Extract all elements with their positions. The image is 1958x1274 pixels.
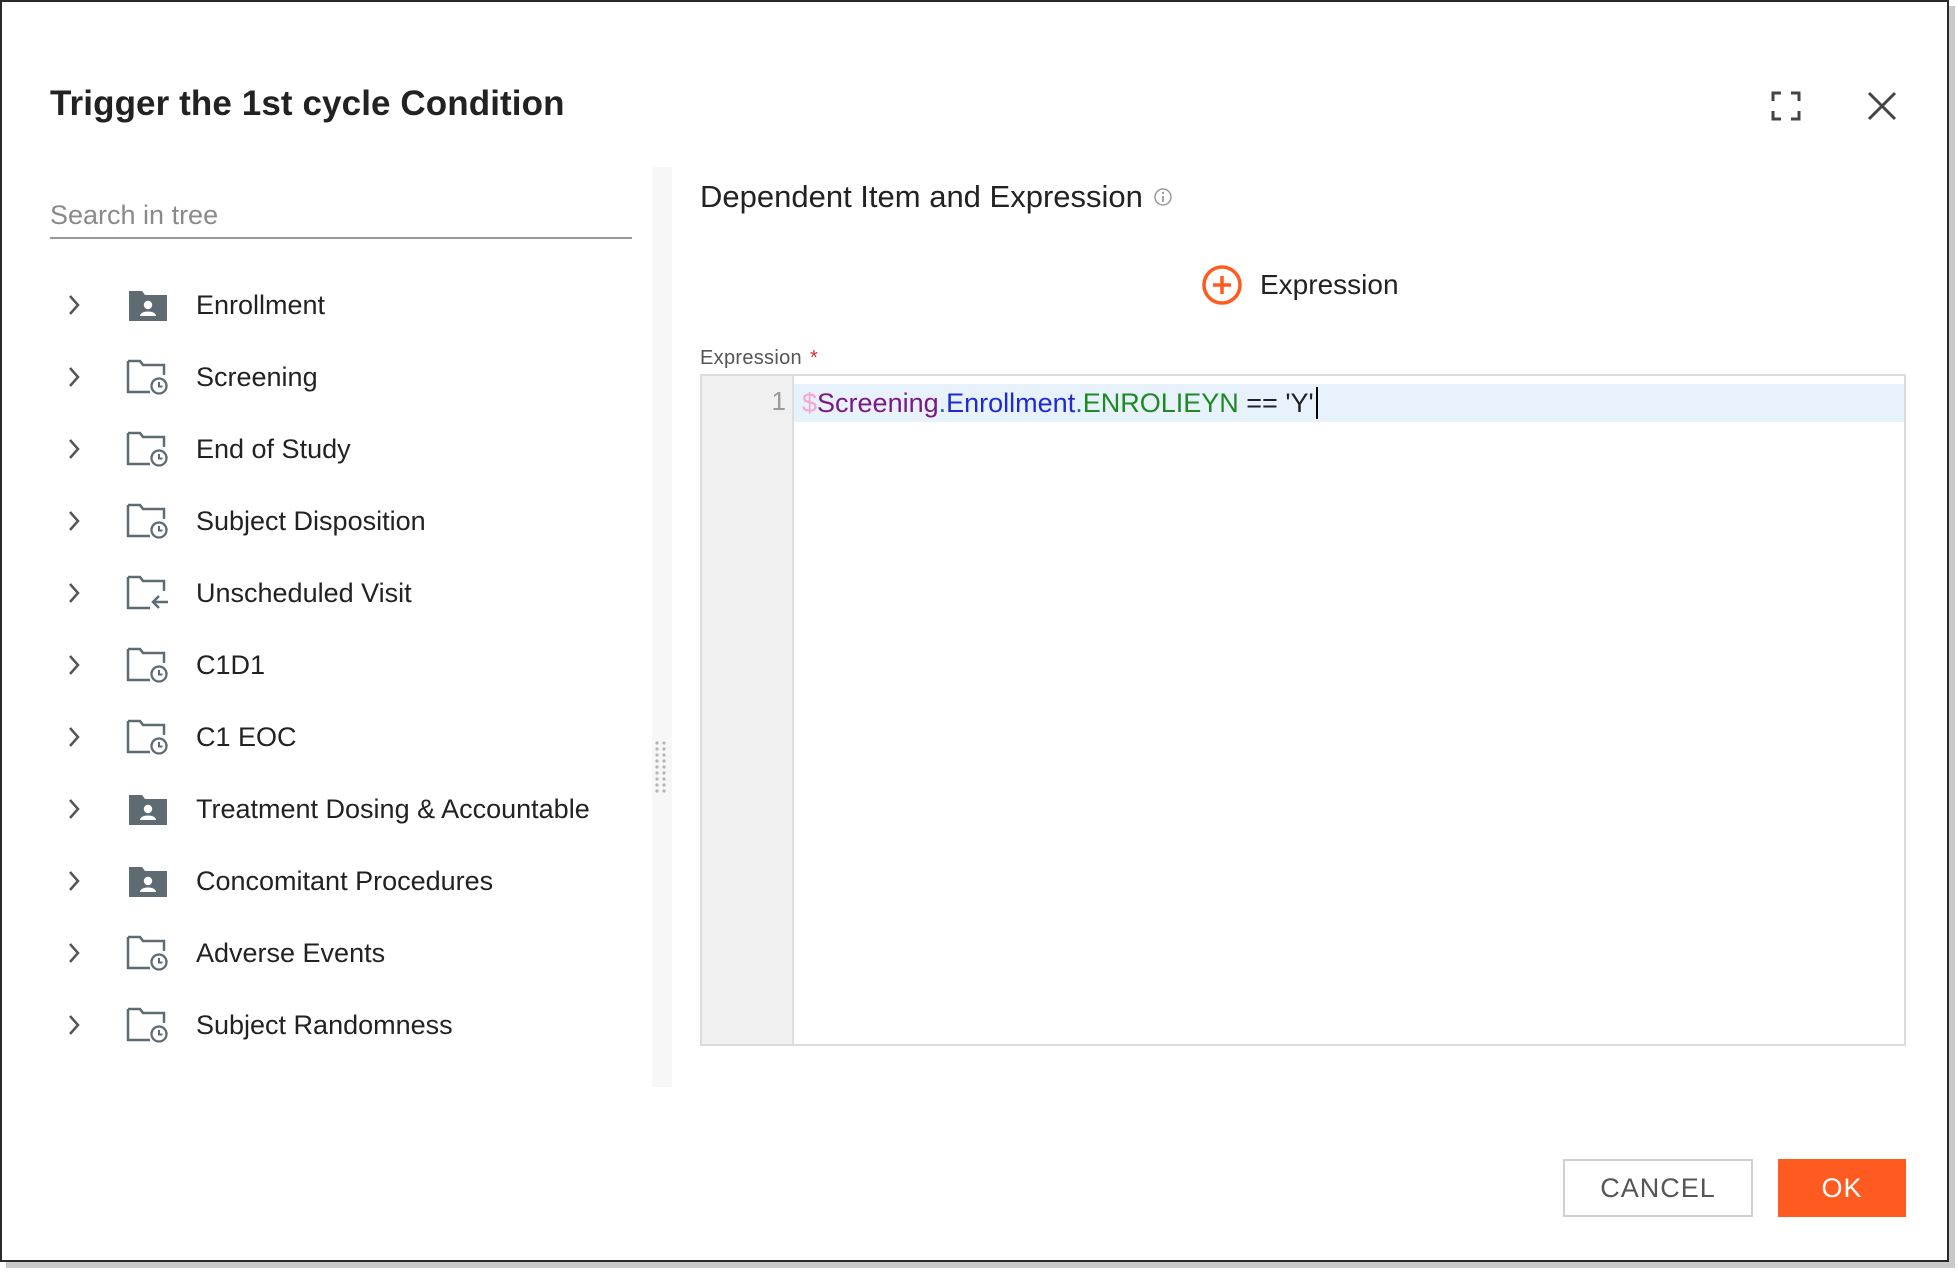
tree-item-label: Screening <box>196 361 318 392</box>
add-expression-label: Expression <box>1260 269 1399 300</box>
code-line[interactable]: $ Screening. Enrollment. ENROLIEYN == 'Y' <box>794 384 1904 422</box>
tree-item-adverse-events[interactable]: Adverse Events <box>50 917 650 989</box>
folder-clock-icon <box>126 717 170 757</box>
tree-item-treatment-dosing[interactable]: Treatment Dosing & Accountable <box>50 773 650 845</box>
token-dollar: $ <box>802 387 818 418</box>
expression-panel: Dependent Item and Expression Expression… <box>672 167 1932 1087</box>
search-field <box>50 195 632 239</box>
section-title: Dependent Item and Expression <box>700 179 1173 215</box>
tree-item-label: C1 EOC <box>196 721 297 752</box>
folder-clock-icon <box>126 501 170 541</box>
folder-clock-icon <box>126 933 170 973</box>
chevron-right-icon[interactable] <box>50 869 98 893</box>
chevron-right-icon[interactable] <box>50 1013 98 1037</box>
fullscreen-button[interactable] <box>1764 84 1808 128</box>
tree-item-label: Treatment Dosing & Accountable <box>196 793 590 824</box>
chevron-right-icon[interactable] <box>50 581 98 605</box>
chevron-right-icon[interactable] <box>50 797 98 821</box>
tree-panel: Enrollment Screening End of Study Subjec… <box>50 167 650 1087</box>
token-operator: == <box>1238 387 1286 418</box>
section-title-text: Dependent Item and Expression <box>700 179 1143 214</box>
chevron-right-icon[interactable] <box>50 653 98 677</box>
chevron-right-icon[interactable] <box>50 941 98 965</box>
code-area[interactable]: $ Screening. Enrollment. ENROLIEYN == 'Y' <box>794 376 1904 1044</box>
folder-person-icon <box>126 285 170 325</box>
line-number-gutter: 1 <box>702 376 794 1044</box>
token-form: Enrollment <box>946 387 1076 418</box>
chevron-right-icon[interactable] <box>50 365 98 389</box>
tree-item-label: Subject Randomness <box>196 1009 453 1040</box>
expression-field-label: Expression * <box>700 347 818 370</box>
folder-person-icon <box>126 861 170 901</box>
close-icon <box>1867 91 1897 121</box>
token-item: ENROLIEYN <box>1082 387 1239 418</box>
folder-clock-icon <box>126 357 170 397</box>
tree-item-unscheduled-visit[interactable]: Unscheduled Visit <box>50 557 650 629</box>
token-value: 'Y' <box>1285 387 1314 418</box>
drag-handle-icon <box>655 741 666 793</box>
panel-divider <box>652 167 672 1087</box>
dialog: Trigger the 1st cycle Condition Enrollme… <box>0 0 1949 1262</box>
tree-item-concomitant-procedures[interactable]: Concomitant Procedures <box>50 845 650 917</box>
line-number: 1 <box>771 386 786 416</box>
ok-button[interactable]: OK <box>1778 1159 1906 1217</box>
info-icon[interactable] <box>1153 187 1173 207</box>
search-input[interactable] <box>50 195 632 235</box>
tree-item-subject-disposition[interactable]: Subject Disposition <box>50 485 650 557</box>
token-dot: . <box>938 387 947 418</box>
folder-clock-icon <box>126 645 170 685</box>
required-marker: * <box>809 347 819 369</box>
fullscreen-icon <box>1771 91 1801 121</box>
tree-item-label: Enrollment <box>196 289 326 320</box>
folder-arrow-icon <box>126 573 170 613</box>
expression-label-text: Expression <box>700 347 802 369</box>
chevron-right-icon[interactable] <box>50 509 98 533</box>
tree-item-subject-randomness[interactable]: Subject Randomness <box>50 989 650 1061</box>
tree-item-label: Concomitant Procedures <box>196 865 494 896</box>
cancel-button[interactable]: CANCEL <box>1563 1159 1753 1217</box>
close-button[interactable] <box>1860 84 1904 128</box>
tree-item-label: Subject Disposition <box>196 505 426 536</box>
add-expression-button[interactable]: Expression <box>1200 263 1399 307</box>
tree: Enrollment Screening End of Study Subjec… <box>50 269 650 1061</box>
tree-item-screening[interactable]: Screening <box>50 341 650 413</box>
token-event: Screening <box>817 387 939 418</box>
folder-person-icon <box>126 789 170 829</box>
expression-editor[interactable]: 1 $ Screening. Enrollment. ENROLIEYN == 'Y' <box>700 374 1906 1046</box>
tree-item-c1-eoc[interactable]: C1 EOC <box>50 701 650 773</box>
tree-item-label: Adverse Events <box>196 937 386 968</box>
dialog-title: Trigger the 1st cycle Condition <box>50 84 565 123</box>
tree-item-label: End of Study <box>196 433 351 464</box>
chevron-right-icon[interactable] <box>50 725 98 749</box>
resize-handle[interactable] <box>654 740 668 794</box>
plus-circle-icon <box>1202 265 1242 305</box>
tree-item-c1d1[interactable]: C1D1 <box>50 629 650 701</box>
chevron-right-icon[interactable] <box>50 437 98 461</box>
tree-item-label: Unscheduled Visit <box>196 577 412 608</box>
tree-item-label: C1D1 <box>196 649 266 680</box>
token-dot: . <box>1075 387 1083 418</box>
text-cursor <box>1315 387 1318 419</box>
folder-clock-icon <box>126 429 170 469</box>
chevron-right-icon[interactable] <box>50 293 98 317</box>
tree-item-end-of-study[interactable]: End of Study <box>50 413 650 485</box>
tree-item-enrollment[interactable]: Enrollment <box>50 269 650 341</box>
folder-clock-icon <box>126 1005 170 1045</box>
